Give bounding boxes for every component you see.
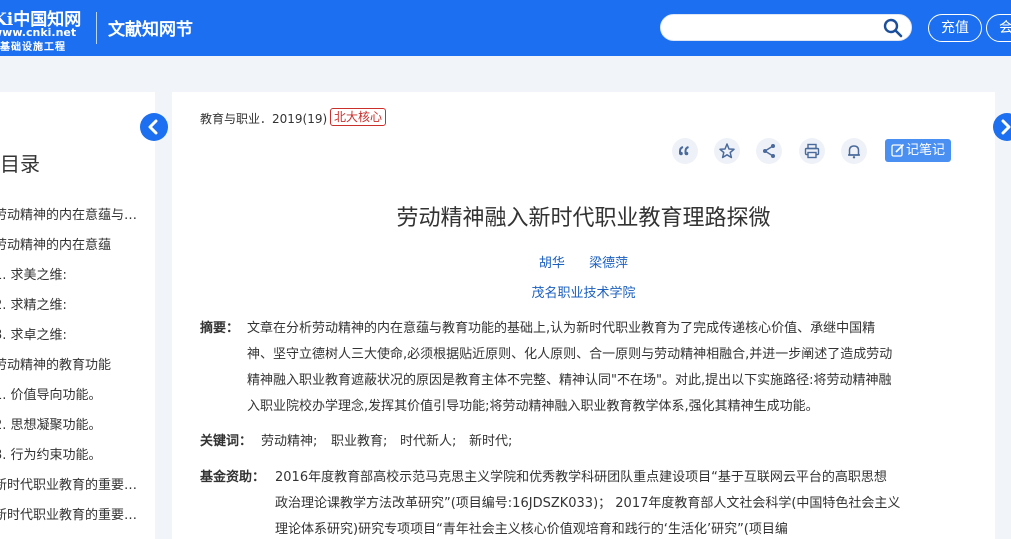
top-header: Ki中国知网 www.cnki.net 基础设施工程 文献知网节 充值 会	[0, 0, 1011, 56]
toc-sidebar: 目录 劳动精神的内在意蕴与教育功能 劳动精神的内在意蕴 1. 求美之维: 2. …	[0, 92, 155, 539]
toc-item[interactable]: 新时代职业教育的重要使命	[0, 504, 144, 523]
quote-icon	[679, 146, 689, 156]
core-journal-badge: 北大核心	[330, 108, 387, 126]
fund-label: 基金资助：	[200, 470, 266, 485]
article-panel: 教育与职业．2019(19) 北大核心 记笔记 劳动精神融入新时代职业教育理路探…	[172, 92, 995, 539]
search-input[interactable]	[673, 19, 873, 37]
take-note-button[interactable]: 记笔记	[885, 139, 951, 162]
toc-item[interactable]: 1. 价值导向功能。	[0, 384, 144, 403]
keyword-link[interactable]: 职业教育;	[331, 430, 387, 449]
recharge-button[interactable]: 充值	[928, 14, 982, 42]
logo-line3: 基础设施工程	[0, 42, 66, 53]
keyword-link[interactable]: 劳动精神;	[261, 430, 317, 449]
abstract-text: 神、坚守立德树人三大使命,必须根据贴近原则、化人原则、合一原则与劳动精神相融合,…	[247, 347, 893, 362]
member-button[interactable]: 会	[986, 14, 1011, 42]
author-link[interactable]: 梁德萍	[589, 256, 628, 271]
author-list: 胡华 梁德萍	[172, 252, 995, 271]
keywords-label: 关键词：	[200, 434, 253, 449]
toc-title: 目录	[0, 152, 40, 176]
share-icon	[763, 144, 775, 158]
toc-item[interactable]: 劳动精神的内在意蕴与教育功能	[0, 204, 144, 223]
toc-item[interactable]: 劳动精神的内在意蕴	[0, 234, 144, 253]
toc-item[interactable]: 1. 求美之维:	[0, 264, 144, 283]
affiliation-link[interactable]: 茂名职业技术学院	[172, 282, 995, 301]
search-icon[interactable]	[883, 18, 903, 38]
abstract-text: 文章在分析劳动精神的内在意蕴与教育功能的基础上,认为新时代职业教育为了完成传递核…	[247, 321, 876, 336]
keyword-link[interactable]: 时代新人;	[400, 430, 456, 449]
chevron-left-icon	[148, 119, 158, 135]
fund-text[interactable]: 2016年度教育部高校示范马克思主义学院和优秀教学科研团队重点建设项目“基于互联…	[275, 466, 887, 485]
abstract-text: 入职业院校办学理念,发挥其价值引导功能;将劳动精神融入职业教育教学体系,强化其精…	[247, 399, 819, 414]
toc-item[interactable]: 劳动精神的教育功能	[0, 354, 144, 373]
author-link[interactable]: 胡华	[539, 256, 565, 271]
subscribe-button[interactable]	[841, 138, 867, 164]
share-button[interactable]	[756, 138, 782, 164]
abstract-label: 摘要：	[200, 321, 240, 336]
collapse-sidebar-button[interactable]	[140, 113, 168, 141]
header-divider	[96, 12, 97, 44]
cnki-logo[interactable]: Ki中国知网 www.cnki.net 基础设施工程	[0, 5, 92, 53]
bell-icon	[848, 145, 860, 159]
section-title[interactable]: 文献知网节	[108, 15, 193, 40]
search-box[interactable]	[660, 14, 912, 41]
print-icon	[804, 143, 820, 159]
toc-item[interactable]: 3. 求卓之维:	[0, 324, 144, 343]
favorite-button[interactable]	[714, 138, 740, 164]
print-button[interactable]	[799, 138, 825, 164]
paper-title: 劳动精神融入新时代职业教育理路探微	[396, 206, 771, 231]
toc-item[interactable]: 3. 行为约束功能。	[0, 444, 144, 463]
toc-item[interactable]: 新时代职业教育的重要使命	[0, 474, 144, 493]
toc-item[interactable]: 2. 思想凝聚功能。	[0, 414, 144, 433]
fund-text[interactable]: 政治理论课教学方法改革研究”(项目编号:16JDSZK033)； 2017年度教…	[275, 492, 900, 511]
toc-item[interactable]: 2. 求精之维:	[0, 294, 144, 313]
journal-info[interactable]: 教育与职业．2019(19)	[200, 110, 327, 127]
expand-panel-button[interactable]	[993, 113, 1011, 141]
edit-icon	[891, 143, 905, 157]
keyword-link[interactable]: 新时代;	[469, 430, 512, 449]
take-note-label: 记笔记	[906, 143, 946, 158]
abstract-text: 精神融入职业教育遮蔽状况的原因是教育主体不完整、精神认同"不在场"。对此,提出以…	[247, 373, 892, 388]
chevron-right-icon	[1001, 119, 1011, 135]
star-icon	[719, 143, 735, 159]
cite-button[interactable]	[672, 138, 698, 164]
fund-text[interactable]: 理论体系研究)研究专项项目“青年社会主义核心价值观培育和践行的‘生活化’研究”(…	[275, 518, 788, 537]
